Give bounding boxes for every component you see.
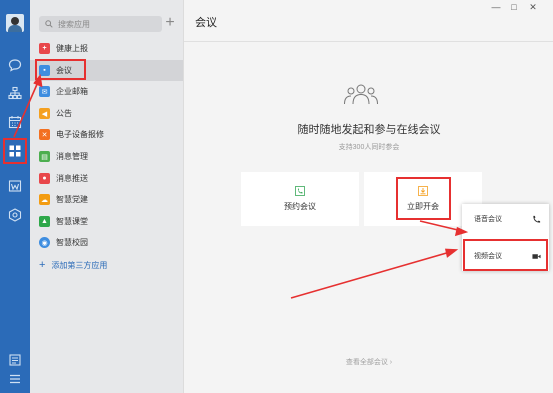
app-item-smart-classroom[interactable]: ▲ 智慧课堂 bbox=[30, 211, 183, 232]
add-third-party-label: 添加第三方应用 bbox=[51, 260, 108, 270]
minimize-button[interactable]: — bbox=[490, 2, 502, 12]
plus-icon: + bbox=[39, 259, 46, 271]
app-item-device-repair[interactable]: ✕ 电子设备报修 bbox=[30, 124, 183, 145]
app-item-label: 企业邮箱 bbox=[56, 87, 88, 96]
app-item-label: 消息管理 bbox=[56, 152, 88, 161]
repair-tools-icon: ✕ bbox=[39, 129, 50, 140]
annotation-box-workbench bbox=[3, 138, 27, 164]
annotation-box-meeting-app bbox=[35, 59, 86, 80]
phone-icon bbox=[295, 186, 305, 196]
annotation-box-start-meeting bbox=[396, 177, 451, 220]
close-button[interactable]: ✕ bbox=[527, 2, 539, 12]
app-item-message-management[interactable]: ▤ 消息管理 bbox=[30, 146, 183, 167]
left-nav-rail bbox=[0, 0, 30, 393]
app-item-smart-campus[interactable]: ◉ 智慧校园 bbox=[30, 232, 183, 253]
maximize-button[interactable]: □ bbox=[508, 2, 520, 12]
message-push-icon: ● bbox=[39, 173, 50, 184]
meeting-main-panel: 会议 — □ ✕ 随时随地发起和参与在线会议 支持300人同时参会 预约会议 立… bbox=[183, 0, 553, 393]
add-app-plus-icon[interactable]: + bbox=[163, 15, 177, 31]
app-item-label: 健康上报 bbox=[56, 44, 88, 53]
subline: 支持300人同时参会 bbox=[338, 144, 400, 151]
voice-meeting-label: 语音会议 bbox=[474, 216, 502, 223]
main-header: 会议 — □ ✕ bbox=[184, 0, 553, 42]
avatar[interactable] bbox=[6, 14, 24, 32]
voice-meeting-option[interactable]: 语音会议 bbox=[462, 207, 549, 231]
notes-icon[interactable] bbox=[7, 352, 23, 368]
app-item-announcement[interactable]: ◀ 公告 bbox=[30, 103, 183, 124]
search-icon bbox=[45, 20, 53, 28]
app-item-label: 智慧校园 bbox=[56, 238, 88, 247]
message-icon[interactable] bbox=[7, 57, 23, 73]
app-item-label: 公告 bbox=[56, 109, 72, 118]
app-item-health-report[interactable]: + 健康上报 bbox=[30, 38, 183, 59]
health-report-icon: + bbox=[39, 43, 50, 54]
discover-hexagon-icon[interactable] bbox=[7, 207, 23, 223]
search-input[interactable]: 搜索应用 bbox=[39, 16, 162, 32]
app-item-smart-party[interactable]: ☁ 智慧党建 bbox=[30, 189, 183, 210]
announcement-icon: ◀ bbox=[39, 108, 50, 119]
campus-icon: ◉ bbox=[39, 237, 50, 248]
app-item-label: 智慧党建 bbox=[56, 195, 88, 204]
app-item-label: 电子设备报修 bbox=[56, 130, 104, 139]
people-group-icon bbox=[344, 84, 378, 105]
cloud-icon: ☁ bbox=[39, 194, 50, 205]
annotation-box-video-meeting bbox=[463, 239, 548, 271]
classroom-icon: ▲ bbox=[39, 216, 50, 227]
schedule-meeting-card[interactable]: 预约会议 bbox=[241, 172, 359, 226]
app-item-message-push[interactable]: ● 消息推送 bbox=[30, 168, 183, 189]
mail-icon: ✉ bbox=[39, 86, 50, 97]
mail-w-icon[interactable] bbox=[7, 178, 23, 194]
menu-icon[interactable] bbox=[7, 371, 23, 387]
schedule-meeting-label: 预约会议 bbox=[284, 202, 316, 211]
org-chart-icon[interactable] bbox=[7, 85, 23, 101]
app-item-label: 智慧课堂 bbox=[56, 217, 88, 226]
page-title: 会议 bbox=[195, 17, 217, 29]
search-placeholder: 搜索应用 bbox=[58, 19, 90, 29]
app-item-mail[interactable]: ✉ 企业邮箱 bbox=[30, 81, 183, 102]
app-item-label: 消息推送 bbox=[56, 174, 88, 183]
add-third-party-app-link[interactable]: + 添加第三方应用 bbox=[39, 259, 107, 271]
phone-icon bbox=[533, 215, 541, 223]
headline: 随时随地发起和参与在线会议 bbox=[297, 124, 441, 136]
view-all-meetings-link[interactable]: 查看全部会议 › bbox=[184, 357, 553, 367]
calendar-icon[interactable] bbox=[7, 114, 23, 130]
message-management-icon: ▤ bbox=[39, 151, 50, 162]
